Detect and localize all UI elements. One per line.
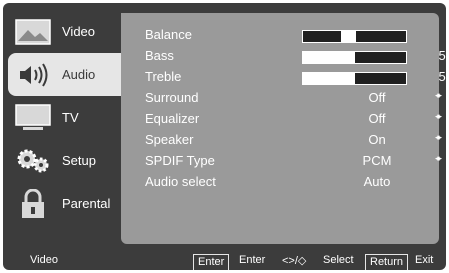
- lock-icon: [15, 188, 51, 218]
- setting-value: Off: [368, 111, 386, 126]
- setting-value: PCM: [362, 153, 392, 168]
- tab-tv[interactable]: TV: [3, 96, 121, 139]
- slider-fill: [303, 52, 355, 63]
- slider-fill: [303, 73, 355, 84]
- setting-value: 0: [431, 27, 447, 42]
- treble-setting[interactable]: Treble 50: [145, 67, 446, 88]
- tab-label: Audio: [62, 67, 96, 82]
- return-key[interactable]: Return: [365, 254, 409, 270]
- footer-help-bar: Video Enter Enter <>/◇ Select Return Exi…: [3, 251, 446, 270]
- balance-setting[interactable]: Balance 0: [145, 25, 446, 46]
- tab-setup[interactable]: Setup: [3, 139, 121, 182]
- setting-value: Off: [368, 90, 386, 105]
- select-action: Select: [323, 254, 354, 266]
- left-right-arrow-icon[interactable]: ◂▸: [435, 90, 442, 101]
- setting-value: 50: [438, 69, 446, 84]
- tab-video[interactable]: Video: [3, 10, 121, 53]
- setting-label: Surround: [145, 90, 199, 105]
- bass-slider[interactable]: [302, 51, 407, 64]
- navigate-arrows-icon: <>/◇: [282, 255, 307, 267]
- balance-slider[interactable]: [302, 30, 407, 43]
- setting-value: 50: [438, 48, 446, 63]
- tab-parental[interactable]: Parental: [3, 182, 121, 225]
- tv-icon: [15, 103, 51, 132]
- setting-value: On: [368, 132, 386, 147]
- tab-label: Setup: [62, 153, 96, 168]
- speaker-icon: [15, 61, 51, 89]
- tv-osd-menu: Video Audio TV Setup Parental Balance Ba…: [3, 3, 446, 270]
- enter-key[interactable]: Enter: [193, 254, 230, 270]
- menu-tabs: Video Audio TV Setup Parental: [3, 10, 121, 225]
- video-icon: [15, 18, 51, 46]
- slider-handle: [341, 31, 356, 42]
- left-right-arrow-icon[interactable]: ◂▸: [435, 132, 442, 143]
- treble-slider[interactable]: [302, 72, 407, 85]
- tab-audio[interactable]: Audio: [8, 53, 121, 96]
- setting-label: Equalizer: [145, 111, 200, 126]
- setting-label: Bass: [145, 48, 174, 63]
- setting-label: Speaker: [145, 132, 194, 147]
- footer-context: Video: [30, 254, 58, 266]
- setting-label: Treble: [145, 69, 182, 84]
- setting-label: Audio select: [145, 174, 216, 189]
- enter-action: Enter: [239, 254, 266, 266]
- audio-settings-panel: Balance 0 Bass 50 Treble 50 Surround Off…: [121, 13, 446, 244]
- surround-setting[interactable]: Surround Off ◂▸: [145, 88, 442, 109]
- left-right-arrow-icon[interactable]: ◂▸: [435, 111, 442, 122]
- exit-action: Exit: [415, 254, 434, 266]
- equalizer-setting[interactable]: Equalizer Off ◂▸: [145, 109, 442, 130]
- setting-label: Balance: [145, 27, 192, 42]
- tab-label: Video: [62, 24, 96, 39]
- tab-label: TV: [62, 110, 79, 125]
- setting-label: SPDIF Type: [145, 153, 215, 168]
- spdif-type-setting[interactable]: SPDIF Type PCM ◂▸: [145, 151, 442, 172]
- left-right-arrow-icon[interactable]: ◂▸: [435, 153, 442, 164]
- tab-label: Parental: [62, 196, 111, 211]
- audio-select-setting[interactable]: Audio select Auto: [145, 172, 439, 193]
- setting-value: Auto: [363, 174, 391, 189]
- bass-setting[interactable]: Bass 50: [145, 46, 446, 67]
- gear-icon: [15, 147, 51, 175]
- speaker-setting[interactable]: Speaker On ◂▸: [145, 130, 442, 151]
